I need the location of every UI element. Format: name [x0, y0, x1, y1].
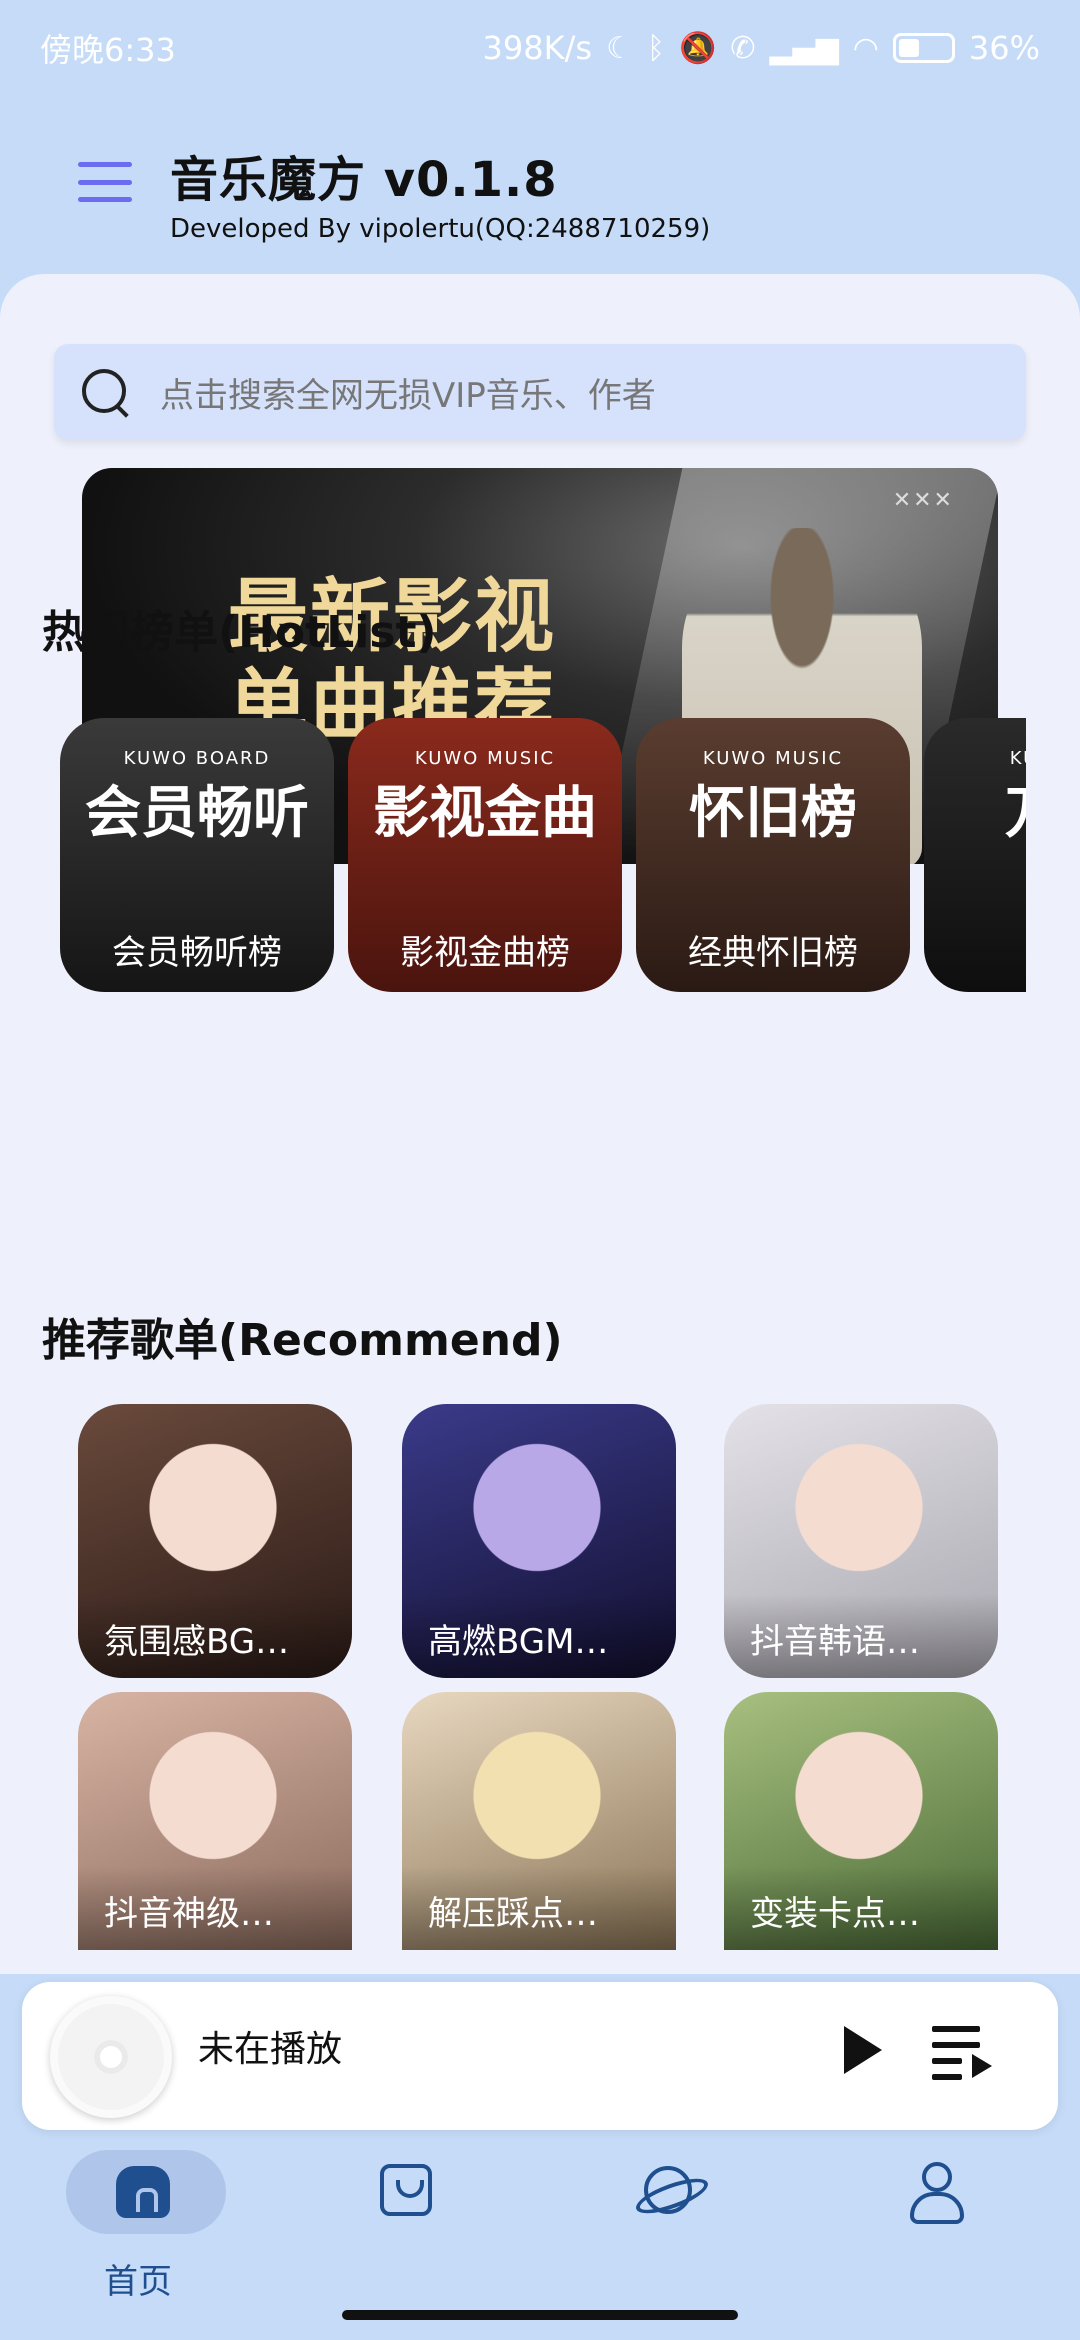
now-playing-text: 未在播放	[198, 2029, 343, 2070]
hotlist-card[interactable]: KUWO MUSIC 影视金曲 影视金曲榜	[348, 718, 622, 992]
app-header: 音乐魔方 v0.1.8 Developed By vipolertu(QQ:24…	[78, 140, 710, 244]
recommend-card-label: 高燃BGM…	[402, 1594, 676, 1678]
status-icons: 398K/s ☾ ᛒ 🔕 ✆ ▂▄▆ ◠ 36%	[483, 29, 1040, 67]
status-bar: 傍晚6:33 398K/s ☾ ᛒ 🔕 ✆ ▂▄▆ ◠ 36%	[0, 0, 1080, 96]
recommend-card-label: 氛围感BG…	[78, 1594, 352, 1678]
mute-icon: 🔕	[678, 30, 717, 66]
battery-percent: 36%	[968, 29, 1040, 67]
hotlist-row: KUWO BOARD 会员畅听 会员畅听榜 KUWO MUSIC 影视金曲 影视…	[60, 718, 1026, 992]
recommend-card[interactable]: 抖音韩语…	[724, 1404, 998, 1678]
recommend-card[interactable]: 高燃BGM…	[402, 1404, 676, 1678]
cover-image	[472, 1728, 602, 1878]
hotlist-card-label: 影视金曲榜	[400, 933, 570, 973]
hotlist-card-label: 万物	[924, 925, 1026, 974]
home-icon	[116, 2166, 170, 2218]
bluetooth-icon: ᛒ	[646, 30, 665, 66]
battery-icon	[892, 33, 955, 63]
recommend-card-label: 抖音神级…	[78, 1866, 352, 1950]
recommend-card[interactable]: 抖音神级…	[78, 1692, 352, 1950]
recommend-card[interactable]: 氛围感BG…	[78, 1404, 352, 1678]
hotlist-brand: KUWO BO	[1009, 748, 1026, 769]
hotlist-card[interactable]: KUWO BO 万物 万物	[924, 718, 1026, 992]
hotlist-brand: KUWO MUSIC	[702, 748, 844, 769]
call-icon: ✆	[730, 30, 756, 66]
status-time: 傍晚6:33	[40, 31, 176, 69]
play-icon[interactable]	[844, 2026, 882, 2074]
menu-icon[interactable]	[78, 162, 132, 202]
album-disc-icon	[50, 1996, 172, 2118]
nav-home-label: 首页	[104, 2262, 172, 2302]
cover-image	[794, 1728, 924, 1878]
hotlist-card-title: 怀旧榜	[689, 781, 857, 846]
nav-profile[interactable]	[846, 2144, 1026, 2314]
recommend-card-label: 变装卡点…	[724, 1866, 998, 1950]
recommend-card-label: 抖音韩语…	[724, 1594, 998, 1678]
wifi-icon: ◠	[852, 30, 879, 66]
hotlist-card[interactable]: KUWO BOARD 会员畅听 会员畅听榜	[60, 718, 334, 992]
nav-store[interactable]	[318, 2144, 498, 2314]
hotlist-card-label: 经典怀旧榜	[688, 933, 858, 973]
recommend-card[interactable]: 变装卡点…	[724, 1692, 998, 1950]
recommend-card-label: 解压踩点…	[402, 1866, 676, 1950]
app-subtitle: Developed By vipolertu(QQ:2488710259)	[170, 214, 711, 244]
search-bar[interactable]: 点击搜索全网无损VIP音乐、作者	[54, 344, 1026, 440]
planet-icon	[644, 2166, 692, 2214]
mini-player[interactable]: 未在播放	[22, 1982, 1058, 2130]
hotlist-card-title: 影视金曲	[373, 781, 597, 846]
hotlist-brand: KUWO BOARD	[123, 748, 271, 769]
home-indicator[interactable]	[342, 2310, 738, 2320]
recommend-card[interactable]: 解压踩点…	[402, 1692, 676, 1950]
network-speed: 398K/s	[482, 29, 593, 67]
cover-image	[472, 1440, 602, 1590]
search-icon	[78, 365, 132, 419]
user-icon	[908, 2162, 964, 2224]
bag-icon	[380, 2164, 432, 2216]
nav-discover[interactable]	[582, 2144, 762, 2314]
signal-icon: ▂▄▆	[769, 30, 839, 66]
banner-dots-icon: ✕✕✕	[892, 488, 954, 513]
app-title: 音乐魔方 v0.1.8	[170, 152, 558, 208]
hotlist-card-label: 会员畅听榜	[112, 933, 282, 973]
hotlist-card-title: 会员畅听	[85, 781, 309, 846]
cover-image	[794, 1440, 924, 1590]
cover-image	[148, 1440, 278, 1590]
playlist-icon[interactable]	[932, 2024, 994, 2080]
hotlist-card[interactable]: KUWO MUSIC 怀旧榜 经典怀旧榜	[636, 718, 910, 992]
cover-image	[148, 1728, 278, 1878]
hotlist-card-title: 万物	[924, 768, 1026, 849]
moon-icon: ☾	[606, 30, 633, 66]
search-input[interactable]: 点击搜索全网无损VIP音乐、作者	[160, 368, 656, 417]
hotlist-title: 热门榜单(HotList)	[42, 607, 437, 658]
hotlist-brand: KUWO MUSIC	[414, 748, 556, 769]
recommend-title: 推荐歌单(Recommend)	[42, 1315, 563, 1366]
nav-home[interactable]: 首页	[56, 2144, 236, 2314]
